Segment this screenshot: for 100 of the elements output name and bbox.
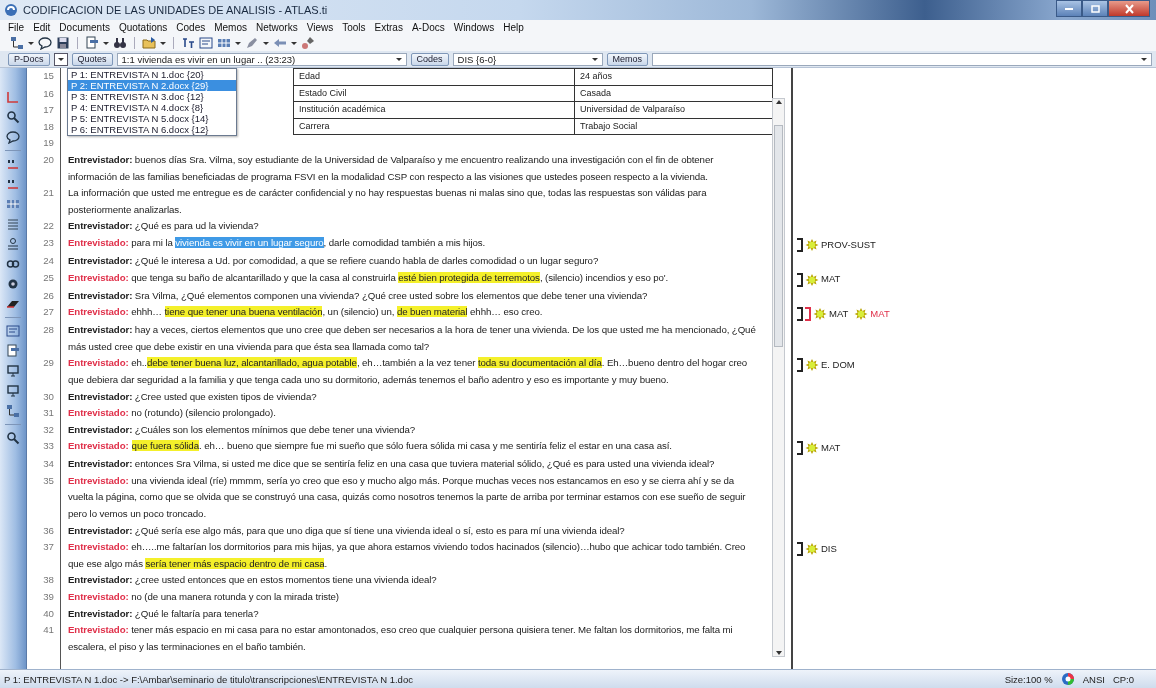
menu-item[interactable]: Documents bbox=[55, 20, 114, 35]
comment-icon[interactable] bbox=[6, 130, 20, 144]
code-icon[interactable] bbox=[6, 237, 20, 251]
scroll-down-icon[interactable] bbox=[774, 650, 783, 656]
list-item[interactable]: P 4: ENTREVISTA N 4.docx {8} bbox=[68, 102, 236, 113]
text-paragraph: Entrevistador: entonces Sra Vilma, si usted me dice que se sentiría feliz en una casa que tuviera material sólido, ¿Qué es para usted una vivienda ideal? bbox=[68, 457, 716, 472]
line-number: 18 bbox=[35, 118, 61, 136]
caret-icon[interactable] bbox=[160, 41, 166, 45]
zoom-icon[interactable] bbox=[6, 431, 20, 445]
code-dropdown[interactable]: DIS {6-0} bbox=[452, 52, 603, 66]
code-label[interactable]: E. DOM bbox=[821, 357, 855, 374]
text-tool-icon[interactable] bbox=[181, 36, 195, 50]
menu-item[interactable]: File bbox=[4, 20, 29, 35]
monitor-icon[interactable] bbox=[6, 364, 20, 378]
line-number: 35 bbox=[35, 472, 61, 523]
network-icon[interactable] bbox=[6, 404, 20, 418]
table-icon[interactable] bbox=[6, 197, 20, 211]
menu-item[interactable]: Windows bbox=[449, 20, 499, 35]
line-number: 21 bbox=[35, 185, 61, 219]
pdocs-button[interactable]: P-Docs bbox=[8, 52, 50, 66]
code-label[interactable]: MAT bbox=[870, 305, 890, 323]
menu-item[interactable]: Extras bbox=[370, 20, 407, 35]
menu-item[interactable]: Tools bbox=[338, 20, 370, 35]
color-wheel-icon bbox=[1060, 672, 1075, 686]
list-item[interactable]: P 5: ENTREVISTA N 5.docx {14} bbox=[68, 113, 236, 124]
text-paragraph: Entrevistador: buenos días Sra. Vilma, soy estudiante de la Universidad de Valparaíso y me encuentro realizando una investigación con el fin de obtener información de las familias beneficiadas de programa FSVI en la modalidad CSP con respecto a las visiones que ustedes poseen respecto a la vivienda. bbox=[68, 152, 715, 184]
menu-item[interactable]: Help bbox=[499, 20, 528, 35]
caret-icon[interactable] bbox=[291, 41, 297, 45]
caret-icon[interactable] bbox=[263, 41, 269, 45]
list-item[interactable]: P 1: ENTREVISTA N 1.doc {20} bbox=[68, 69, 236, 80]
binoculars-icon[interactable] bbox=[113, 36, 127, 50]
text-paragraph: Entrevistador: ¿Cuáles son los elementos mínimos que debe tener una vivienda? bbox=[68, 422, 417, 437]
code-label[interactable]: DIS bbox=[821, 540, 837, 558]
quotes-button[interactable]: Quotes bbox=[71, 52, 113, 66]
table-cell-text: Carrera bbox=[298, 119, 331, 133]
line-number: 31 bbox=[35, 405, 61, 422]
minimize-button[interactable] bbox=[1056, 0, 1082, 17]
link-icon[interactable] bbox=[6, 257, 20, 271]
line-number: 37 bbox=[35, 539, 61, 573]
menu-item[interactable]: Views bbox=[302, 20, 338, 35]
gear-icon[interactable] bbox=[6, 277, 20, 291]
code-label[interactable]: MAT bbox=[821, 440, 841, 457]
monitor-icon[interactable] bbox=[6, 384, 20, 398]
folder-icon[interactable] bbox=[142, 36, 156, 50]
menu-item[interactable]: Edit bbox=[29, 20, 55, 35]
caret-icon[interactable] bbox=[28, 41, 34, 45]
scrollbar[interactable] bbox=[772, 98, 785, 657]
text-paragraph: Entrevistador: hay a veces, ciertos elementos que uno cree que deben ser necesarios a la hora de tener una vivienda. De los que usted me ha mencionado, ¿Qué más usted cree que debe existir en una vivienda para que ésta sea llamada como tal? bbox=[68, 323, 757, 354]
line-number: 23 bbox=[35, 234, 61, 253]
quote-icon[interactable] bbox=[6, 177, 20, 191]
brush-icon[interactable] bbox=[301, 36, 315, 50]
search-icon[interactable] bbox=[6, 110, 20, 124]
dropdown-button[interactable] bbox=[53, 52, 68, 66]
list-item[interactable]: P 3: ENTREVISTA N 3.doc {12} bbox=[68, 91, 236, 102]
encoding: ANSI bbox=[1082, 673, 1105, 685]
table-cell-text: Institución académica bbox=[298, 103, 387, 117]
close-button[interactable] bbox=[1108, 0, 1150, 17]
list-item[interactable]: P 6: ENTREVISTA N 6.docx {12} bbox=[68, 124, 236, 135]
caret-icon[interactable] bbox=[103, 41, 109, 45]
code-label[interactable]: PROV-SUST bbox=[821, 236, 876, 254]
list-icon[interactable] bbox=[6, 217, 20, 231]
menu-item[interactable]: Networks bbox=[252, 20, 302, 35]
menu-item[interactable]: A-Docs bbox=[407, 20, 449, 35]
text-paragraph: Entrevistado: para mi la vivienda es vivir en un lugar seguro, darle comodidad también a mis hijos. bbox=[68, 235, 487, 250]
code-label[interactable]: MAT bbox=[821, 271, 841, 288]
menu-item[interactable]: Codes bbox=[172, 20, 210, 35]
table-cell-text: Estado Civil bbox=[298, 86, 348, 100]
table-icon[interactable] bbox=[217, 36, 231, 50]
line-number: 26 bbox=[35, 287, 61, 305]
comment-icon[interactable] bbox=[38, 36, 52, 50]
text-paragraph: Entrevistador: ¿cree usted entonces que en estos momentos tiene una vivienda ideal? bbox=[68, 573, 438, 588]
caret-icon bbox=[57, 57, 64, 61]
caret-icon[interactable] bbox=[235, 41, 241, 45]
text-paragraph: Entrevistador: ¿Qué le faltaría para tenerla? bbox=[68, 606, 260, 621]
memos-button[interactable]: Memos bbox=[606, 52, 649, 66]
line-number: 22 bbox=[35, 218, 61, 235]
maximize-button[interactable] bbox=[1082, 0, 1108, 17]
save-icon[interactable] bbox=[56, 36, 70, 50]
line-number: 40 bbox=[35, 605, 61, 623]
document-icon[interactable] bbox=[85, 36, 99, 50]
text-paragraph: Entrevistador: Sra Vilma, ¿Qué elementos componen una vivienda? ¿Qué cree usted sobre los elementos que debe tener una vivienda? bbox=[68, 288, 649, 303]
codes-button[interactable]: Codes bbox=[410, 52, 449, 66]
menu-item[interactable]: Quotations bbox=[114, 20, 172, 35]
menu-item[interactable]: Memos bbox=[210, 20, 251, 35]
scroll-thumb[interactable] bbox=[774, 125, 783, 347]
network-icon[interactable] bbox=[10, 36, 24, 50]
line-number: 19 bbox=[35, 135, 61, 152]
quote-icon[interactable] bbox=[6, 157, 20, 171]
code-label[interactable]: MAT bbox=[829, 305, 849, 323]
quote-dropdown[interactable]: 1:1 vivienda es vivir en un lugar .. (23:23) bbox=[116, 52, 407, 66]
scroll-up-icon[interactable] bbox=[774, 99, 783, 105]
text-paragraph: Entrevistador: ¿Qué le interesa a Ud. por comodidad, a que se refiere cuando habla de darles comodidad o un lugar seguro? bbox=[68, 253, 600, 268]
line-number: 29 bbox=[35, 355, 61, 389]
frame-icon[interactable] bbox=[6, 324, 20, 338]
bracket-icon[interactable] bbox=[6, 90, 20, 104]
line-number: 34 bbox=[35, 456, 61, 473]
line-number: 27 bbox=[35, 304, 61, 323]
document-icon[interactable] bbox=[6, 344, 20, 358]
text-paragraph: Entrevistado: no (de una manera rotunda y con la mirada triste) bbox=[68, 590, 340, 605]
text-paragraph: Entrevistador: ¿Qué sería ese algo más, para que uno diga que sí tiene una vivienda ideal o sí, esto es para mí una vivienda ideal? bbox=[68, 523, 626, 538]
